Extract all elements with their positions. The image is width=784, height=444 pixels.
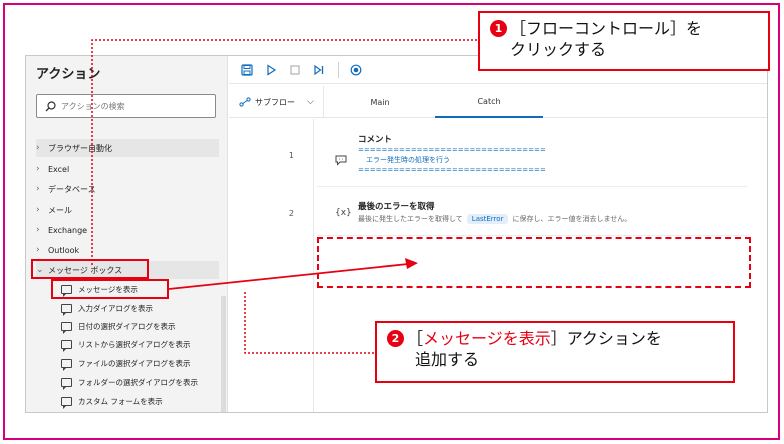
category-label: データベース [48, 184, 96, 194]
category-exchange[interactable]: › Exchange [36, 221, 219, 239]
category-outlook[interactable]: › Outlook [36, 241, 219, 259]
action-label: 入力ダイアログを表示 [78, 303, 153, 313]
chevron-down-icon: ⌵ [307, 97, 314, 107]
message-icon [61, 339, 72, 352]
message-icon [61, 358, 72, 371]
step-title: コメント [358, 135, 393, 145]
subflow-label: サブフロー [255, 97, 295, 107]
callout-highlight: メッセージを表示 [423, 329, 551, 348]
subflow-dropdown[interactable]: サブフロー ⌵ [229, 86, 324, 118]
action-label: 日付の選択ダイアログを表示 [78, 321, 176, 331]
action-show-input-dialog[interactable]: 入力ダイアログを表示 [61, 299, 221, 317]
callout-text: クリックする [510, 40, 607, 59]
message-icon [61, 303, 72, 316]
action-label: フォルダーの選択ダイアログを表示 [78, 377, 198, 387]
category-mail[interactable]: › メール [36, 201, 219, 219]
action-show-date-dialog[interactable]: 日付の選択ダイアログを表示 [61, 317, 221, 335]
toolbar-divider [338, 61, 339, 78]
action-show-folder-dialog[interactable]: フォルダーの選択ダイアログを表示 [61, 373, 221, 391]
callout-text: ［ [407, 329, 424, 348]
tab-catch[interactable]: Catch [435, 86, 543, 118]
chevron-right-icon: › [36, 225, 40, 235]
action-show-list-dialog[interactable]: リストから選択ダイアログを表示 [61, 335, 221, 353]
comment-line: エラー発生時の処理を行う [366, 156, 450, 164]
step-number-badge: 1 [490, 20, 507, 37]
message-icon [61, 321, 72, 334]
tab-label: Main [370, 97, 390, 107]
message-icon [61, 377, 72, 390]
comment-line: ================================ [358, 146, 546, 154]
category-label: Excel [48, 164, 70, 174]
variable-badge[interactable]: LastError [466, 214, 509, 224]
line-number: 2 [288, 209, 294, 218]
action-label: カスタム フォームを表示 [78, 396, 163, 406]
category-label: メール [48, 205, 72, 215]
step-title: 最後のエラーを取得 [358, 202, 435, 212]
flow-step-get-last-error[interactable]: {x} 最後のエラーを取得 最後に発生したエラーを取得して LastError … [317, 196, 747, 236]
category-browser-automation[interactable]: › ブラウザー自動化 [36, 139, 219, 157]
run-button[interactable] [260, 59, 282, 81]
tab-main[interactable]: Main [325, 86, 435, 118]
variable-icon: {x} [335, 208, 352, 218]
run-next-icon [314, 64, 324, 75]
highlight-show-message-action [51, 279, 169, 299]
step-desc-after: に保存し、エラー値を消去しません。 [512, 215, 632, 223]
actions-pane: アクション › ブラウザー自動化 › Excel › データベース › メール … [26, 56, 228, 412]
line-number-gutter: 1 2 [229, 119, 314, 412]
record-icon [350, 64, 362, 75]
action-label: リストから選択ダイアログを表示 [78, 339, 191, 349]
callout-step-1: 1 ［フローコントロール］を クリックする [478, 11, 770, 71]
category-label: Exchange [48, 225, 88, 235]
callout-step-2: 2 ［メッセージを表示］アクションを 追加する [375, 321, 735, 383]
comment-text: ================================ エラー発生時の… [358, 145, 546, 175]
chevron-right-icon: › [36, 245, 40, 255]
flow-tabs: サブフロー ⌵ Main Catch [229, 86, 767, 118]
category-excel[interactable]: › Excel [36, 160, 219, 178]
category-database[interactable]: › データベース [36, 180, 219, 198]
action-label: ファイルの選択ダイアログを表示 [78, 358, 191, 368]
save-icon [241, 63, 253, 76]
action-search-box[interactable] [36, 94, 216, 118]
drop-target-area [317, 237, 751, 288]
flow-step-comment[interactable]: コメント ================================ エラ… [317, 129, 747, 187]
highlight-message-box-category [31, 259, 149, 279]
chevron-right-icon: › [36, 143, 40, 153]
comment-line: ================================ [358, 166, 546, 174]
stop-button[interactable] [284, 59, 306, 81]
save-button[interactable] [236, 59, 258, 81]
record-button[interactable] [345, 59, 367, 81]
line-number: 1 [288, 151, 294, 160]
subflow-icon [239, 97, 251, 107]
chevron-right-icon: › [36, 164, 40, 174]
callout-text: ］アクションを [550, 329, 662, 348]
actions-scrollbar[interactable] [221, 296, 226, 412]
message-icon [61, 396, 72, 409]
run-icon [267, 63, 277, 76]
category-label: Outlook [48, 245, 80, 255]
stop-icon [290, 64, 300, 75]
step-number-badge: 2 [387, 330, 404, 347]
callout-text: 追加する [415, 350, 480, 369]
callout-text: ［フローコントロール］を [510, 19, 703, 38]
search-icon [45, 100, 56, 111]
action-show-file-dialog[interactable]: ファイルの選択ダイアログを表示 [61, 354, 221, 372]
actions-pane-title: アクション [36, 67, 101, 82]
run-next-button[interactable] [308, 59, 330, 81]
chevron-right-icon: › [36, 205, 40, 215]
chevron-right-icon: › [36, 184, 40, 194]
tab-label: Catch [477, 96, 501, 106]
step-description: 最後に発生したエラーを取得して LastError に保存し、エラー値を消去しま… [358, 214, 631, 224]
step-desc-before: 最後に発生したエラーを取得して [358, 215, 463, 223]
category-label: ブラウザー自動化 [48, 143, 112, 153]
action-show-custom-form[interactable]: カスタム フォームを表示 [61, 392, 221, 410]
action-search-input[interactable] [61, 101, 211, 111]
comment-icon [335, 155, 347, 166]
